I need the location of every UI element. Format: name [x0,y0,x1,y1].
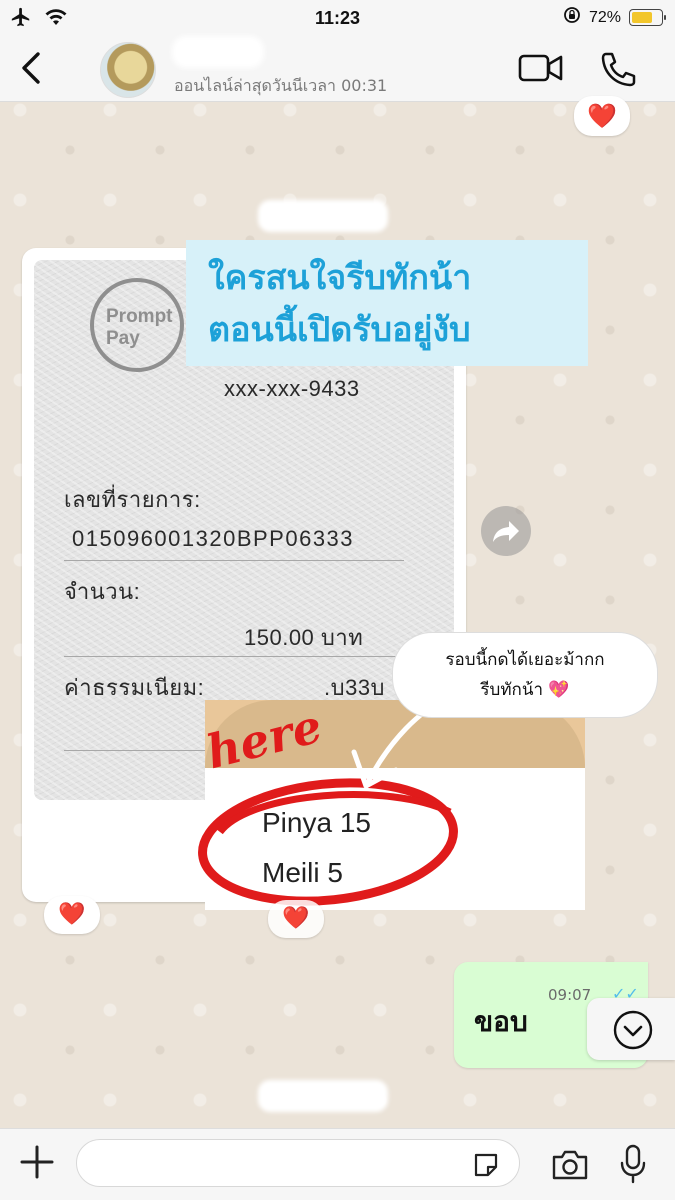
date-divider-redacted [258,200,388,232]
slip-divider [64,656,404,657]
battery-fill [632,12,653,23]
phone-icon [601,52,636,87]
reaction-heart-center[interactable]: ❤️ [268,900,324,938]
battery-icon [629,9,666,26]
status-bar: 11:23 72% [0,0,675,36]
reaction-heart-top[interactable]: ❤️ [574,96,630,136]
chevron-left-icon [22,52,40,84]
promptpay-logo-line2: Pay [106,328,140,349]
heart-icon: ❤️ [282,906,310,931]
heart-icon: ❤️ [58,902,86,927]
slip-amount-value: 150.00 บาท [244,625,364,650]
promo-caption-line1: ใครสนใจรีบทักน้า [208,258,472,298]
promo-caption-line2: ตอนนี้เปิดรับอยู่งับ [208,310,471,350]
promptpay-logo-line1: Prompt [106,306,173,327]
video-call-button[interactable] [518,52,564,84]
speech-line-1: รอบนี้กดได้เยอะม้ากก [445,650,605,670]
plus-icon [20,1145,54,1179]
slip-ref-label: เลขที่รายการ: [64,487,201,512]
back-button[interactable] [14,48,50,88]
promo-speech-bubble: รอบนี้กดได้เยอะม้ากก รีบทักน้า 💖 [392,632,658,718]
microphone-icon [620,1144,646,1184]
contact-name-redacted[interactable] [172,36,264,68]
sent-message-time: 09:07 [548,986,592,1004]
voice-call-button[interactable] [598,50,638,88]
rotation-lock-icon [563,6,581,29]
sticker-button[interactable] [472,1151,500,1179]
battery-percent: 72% [588,8,621,26]
slip-account: xxx-xxx-9433 [224,376,360,401]
scroll-to-bottom-button[interactable] [587,998,675,1060]
slip-ref-value: 015096001320BPP06333 [72,526,355,551]
attach-button[interactable] [16,1141,58,1183]
sent-message-text: ขอบ [474,1005,528,1038]
last-seen-text[interactable]: ออนไลน์ล่าสุดวันนีเวลา 00:31 [174,74,387,99]
slip-divider [64,560,404,561]
video-camera-icon [518,54,563,82]
sticker-icon [474,1153,498,1177]
camera-icon [552,1150,588,1180]
heart-icon: ❤️ [587,102,617,130]
promo-caption: ใครสนใจรีบทักน้า ตอนนี้เปิดรับอยู่งับ [186,240,588,366]
reaction-heart-left[interactable]: ❤️ [44,896,100,934]
chat-header: ออนไลน์ล่าสุดวันนีเวลา 00:31 [0,36,675,102]
camera-button[interactable] [550,1149,590,1181]
chevron-down-circle-icon [613,1010,653,1050]
bottom-divider-redacted [258,1080,388,1112]
forward-button[interactable] [481,506,531,556]
speech-line-2: รีบทักน้า 💖 [480,680,570,700]
slip-fee-label: ค่าธรรมเนียม: [64,675,205,700]
microphone-button[interactable] [618,1143,648,1185]
message-input[interactable] [76,1139,520,1187]
contact-avatar[interactable] [100,42,156,98]
promptpay-logo: Prompt Pay [90,278,184,372]
message-composer [0,1128,675,1200]
slip-amount-label: จำนวน: [64,579,141,604]
forward-arrow-icon [493,521,519,542]
